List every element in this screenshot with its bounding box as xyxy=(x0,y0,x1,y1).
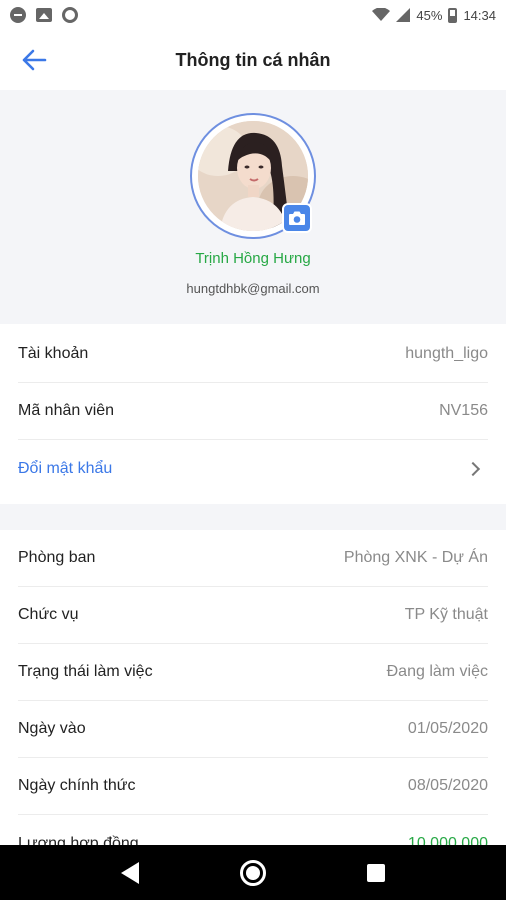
row-value: 01/05/2020 xyxy=(407,720,488,737)
change-password-row[interactable]: Đổi mật khẩu xyxy=(18,440,488,497)
back-button[interactable] xyxy=(18,45,50,75)
row-label: Mã nhân viên xyxy=(18,402,115,419)
work-info-card: Phòng ban Phòng XNK - Dự Án Chức vụ TP K… xyxy=(0,530,506,852)
nav-home-icon[interactable] xyxy=(239,859,266,886)
profile-email: hungtdhbk@gmail.com xyxy=(186,281,320,296)
row-label: Ngày vào xyxy=(18,720,86,737)
page-title: Thông tin cá nhân xyxy=(175,49,331,70)
change-avatar-button[interactable] xyxy=(282,203,312,233)
system-nav-bar xyxy=(0,845,506,900)
row-value: hungth_ligo xyxy=(405,345,488,362)
signal-icon xyxy=(396,8,411,22)
profile-section: Trịnh Hồng Hưng hungtdhbk@gmail.com xyxy=(0,90,506,324)
system-icons: 45% 14:34 xyxy=(372,7,496,23)
clock: 14:34 xyxy=(463,7,496,23)
profile-name: Trịnh Hồng Hưng xyxy=(195,250,311,267)
change-password-link[interactable]: Đổi mật khẩu xyxy=(18,460,112,478)
chevron-right-icon xyxy=(465,461,481,476)
row-value: TP Kỹ thuật xyxy=(404,606,488,623)
account-card: Tài khoản hungth_ligo Mã nhân viên NV156… xyxy=(0,324,506,504)
list-item-official-date: Ngày chính thức 08/05/2020 xyxy=(18,758,488,815)
list-item-work-status: Trạng thái làm việc Đang làm việc xyxy=(18,644,488,701)
row-value: Phòng XNK - Dự Án xyxy=(343,549,488,566)
circle-icon xyxy=(62,7,78,23)
battery-icon xyxy=(448,7,458,23)
list-item-start-date: Ngày vào 01/05/2020 xyxy=(18,701,488,758)
battery-percent: 45% xyxy=(416,7,443,23)
wifi-icon xyxy=(372,8,391,21)
app-header: Thông tin cá nhân xyxy=(0,30,506,90)
row-label: Ngày chính thức xyxy=(18,777,136,794)
nav-back-icon[interactable] xyxy=(120,861,139,884)
list-item-position: Chức vụ TP Kỹ thuật xyxy=(18,587,488,644)
row-label: Tài khoản xyxy=(18,345,89,362)
notification-icons xyxy=(10,7,78,23)
nav-recent-icon[interactable] xyxy=(367,863,386,882)
row-label: Phòng ban xyxy=(18,549,96,566)
camera-icon xyxy=(289,211,305,225)
row-value: 08/05/2020 xyxy=(407,777,488,794)
list-item-account: Tài khoản hungth_ligo xyxy=(18,326,488,383)
status-bar: 45% 14:34 xyxy=(0,0,506,30)
row-value: NV156 xyxy=(439,402,488,419)
list-item-employee-code: Mã nhân viên NV156 xyxy=(18,383,488,440)
section-divider xyxy=(0,504,506,530)
back-arrow-icon xyxy=(22,49,47,71)
row-label: Chức vụ xyxy=(18,606,79,623)
image-icon xyxy=(36,8,52,22)
list-item-department: Phòng ban Phòng XNK - Dự Án xyxy=(18,530,488,587)
row-label: Trạng thái làm việc xyxy=(18,663,153,680)
row-value: Đang làm việc xyxy=(386,663,488,680)
do-not-disturb-icon xyxy=(10,7,26,23)
